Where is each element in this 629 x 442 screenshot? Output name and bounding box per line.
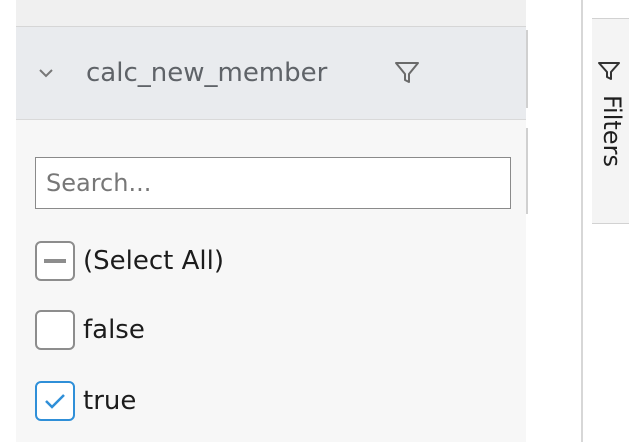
- option-select-all[interactable]: (Select All): [35, 238, 224, 284]
- option-label: false: [83, 315, 145, 345]
- filters-label: Filters: [598, 95, 626, 167]
- funnel-icon[interactable]: [393, 59, 421, 87]
- option-label: (Select All): [83, 246, 224, 276]
- option-false[interactable]: false: [35, 307, 145, 353]
- column-name: calc_new_member: [86, 58, 328, 88]
- unchecked-checkbox[interactable]: [35, 310, 75, 350]
- filters-tab[interactable]: Filters: [592, 18, 629, 224]
- funnel-icon: [597, 59, 621, 83]
- column-filter-header[interactable]: calc_new_member: [16, 27, 526, 120]
- indeterminate-checkbox[interactable]: [35, 241, 75, 281]
- option-label: true: [83, 386, 137, 416]
- divider: [581, 0, 583, 442]
- left-edge: [0, 0, 16, 442]
- option-true[interactable]: true: [35, 378, 136, 424]
- filter-list-panel: (Select All) false true: [16, 120, 526, 442]
- chevron-down-icon[interactable]: [36, 63, 56, 83]
- search-input[interactable]: [35, 157, 511, 209]
- grid-top-band: [16, 0, 526, 27]
- checked-checkbox[interactable]: [35, 381, 75, 421]
